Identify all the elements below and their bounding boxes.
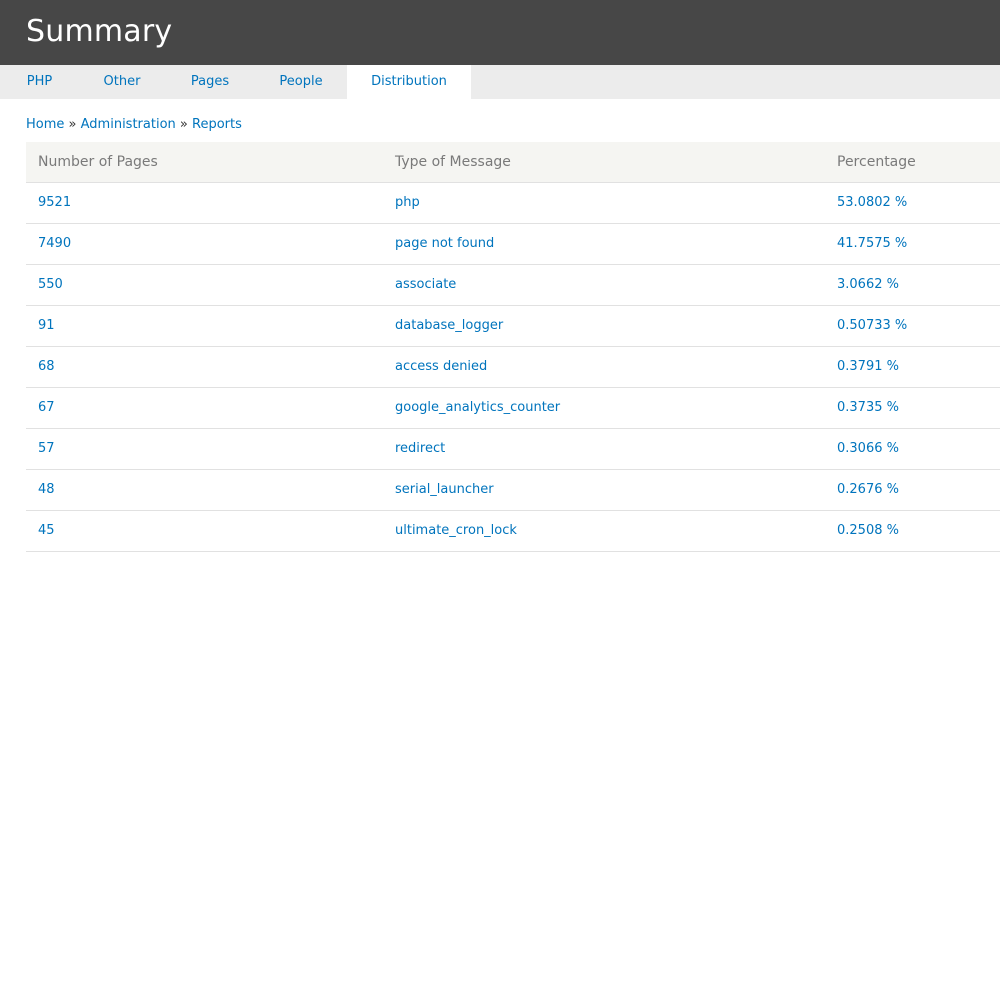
table-row: 48 serial_launcher 0.2676 %: [26, 469, 1000, 511]
page-header: Summary: [0, 0, 1000, 65]
page-count-cell[interactable]: 57: [26, 428, 383, 470]
page-count-cell[interactable]: 48: [26, 469, 383, 511]
message-type-cell[interactable]: serial_launcher: [383, 469, 825, 511]
message-type-cell[interactable]: php: [383, 182, 825, 224]
message-type-cell[interactable]: redirect: [383, 428, 825, 470]
table-body: 9521 php 53.0802 % 7490 page not found 41.757…: [26, 182, 1000, 552]
column-header-number-of-pages[interactable]: Number of Pages: [26, 142, 383, 183]
table-row: 67 google_analytics_counter 0.3735 %: [26, 387, 1000, 429]
message-type-cell[interactable]: page not found: [383, 223, 825, 265]
message-type-cell[interactable]: database_logger: [383, 305, 825, 347]
tab-people[interactable]: People: [255, 65, 347, 99]
table-row: 68 access denied 0.3791 %: [26, 346, 1000, 388]
column-header-type-of-message[interactable]: Type of Message: [383, 142, 825, 183]
percentage-cell[interactable]: 3.0662 %: [825, 264, 1000, 306]
page-count-cell[interactable]: 67: [26, 387, 383, 429]
page-count-cell[interactable]: 45: [26, 510, 383, 552]
table-row: 45 ultimate_cron_lock 0.2508 %: [26, 510, 1000, 552]
column-header-percentage[interactable]: Percentage: [825, 142, 1000, 183]
page-count-cell[interactable]: 68: [26, 346, 383, 388]
table-row: 7490 page not found 41.7575 %: [26, 223, 1000, 265]
percentage-cell[interactable]: 0.3791 %: [825, 346, 1000, 388]
percentage-cell[interactable]: 0.50733 %: [825, 305, 1000, 347]
percentage-cell[interactable]: 53.0802 %: [825, 182, 1000, 224]
page-count-cell[interactable]: 91: [26, 305, 383, 347]
table-row: 57 redirect 0.3066 %: [26, 428, 1000, 470]
percentage-cell[interactable]: 0.3735 %: [825, 387, 1000, 429]
message-type-cell[interactable]: ultimate_cron_lock: [383, 510, 825, 552]
breadcrumb-administration-link[interactable]: Administration: [81, 117, 176, 132]
distribution-table: Number of Pages Type of Message Percenta…: [26, 142, 1000, 552]
distribution-table-container: Number of Pages Type of Message Percenta…: [26, 142, 1000, 552]
table-header-row: Number of Pages Type of Message Percenta…: [26, 142, 1000, 183]
percentage-cell[interactable]: 0.3066 %: [825, 428, 1000, 470]
page-title: Summary: [26, 14, 173, 49]
breadcrumb-home-link[interactable]: Home: [26, 117, 64, 132]
page-count-cell[interactable]: 550: [26, 264, 383, 306]
breadcrumb-separator: »: [179, 117, 188, 132]
percentage-cell[interactable]: 0.2508 %: [825, 510, 1000, 552]
table-row: 550 associate 3.0662 %: [26, 264, 1000, 306]
percentage-cell[interactable]: 0.2676 %: [825, 469, 1000, 511]
breadcrumb-separator: »: [68, 117, 77, 132]
message-type-cell[interactable]: associate: [383, 264, 825, 306]
tab-pages[interactable]: Pages: [165, 65, 255, 99]
percentage-cell[interactable]: 41.7575 %: [825, 223, 1000, 265]
breadcrumb: Home » Administration » Reports: [26, 117, 242, 133]
table-row: 9521 php 53.0802 %: [26, 182, 1000, 224]
page-count-cell[interactable]: 7490: [26, 223, 383, 265]
page-count-cell[interactable]: 9521: [26, 182, 383, 224]
breadcrumb-reports-link[interactable]: Reports: [192, 117, 242, 132]
table-row: 91 database_logger 0.50733 %: [26, 305, 1000, 347]
message-type-cell[interactable]: google_analytics_counter: [383, 387, 825, 429]
message-type-cell[interactable]: access denied: [383, 346, 825, 388]
tab-php[interactable]: PHP: [0, 65, 79, 99]
tab-distribution[interactable]: Distribution: [347, 65, 471, 99]
tab-other[interactable]: Other: [79, 65, 165, 99]
tab-bar: PHP Other Pages People Distribution: [0, 65, 1000, 99]
